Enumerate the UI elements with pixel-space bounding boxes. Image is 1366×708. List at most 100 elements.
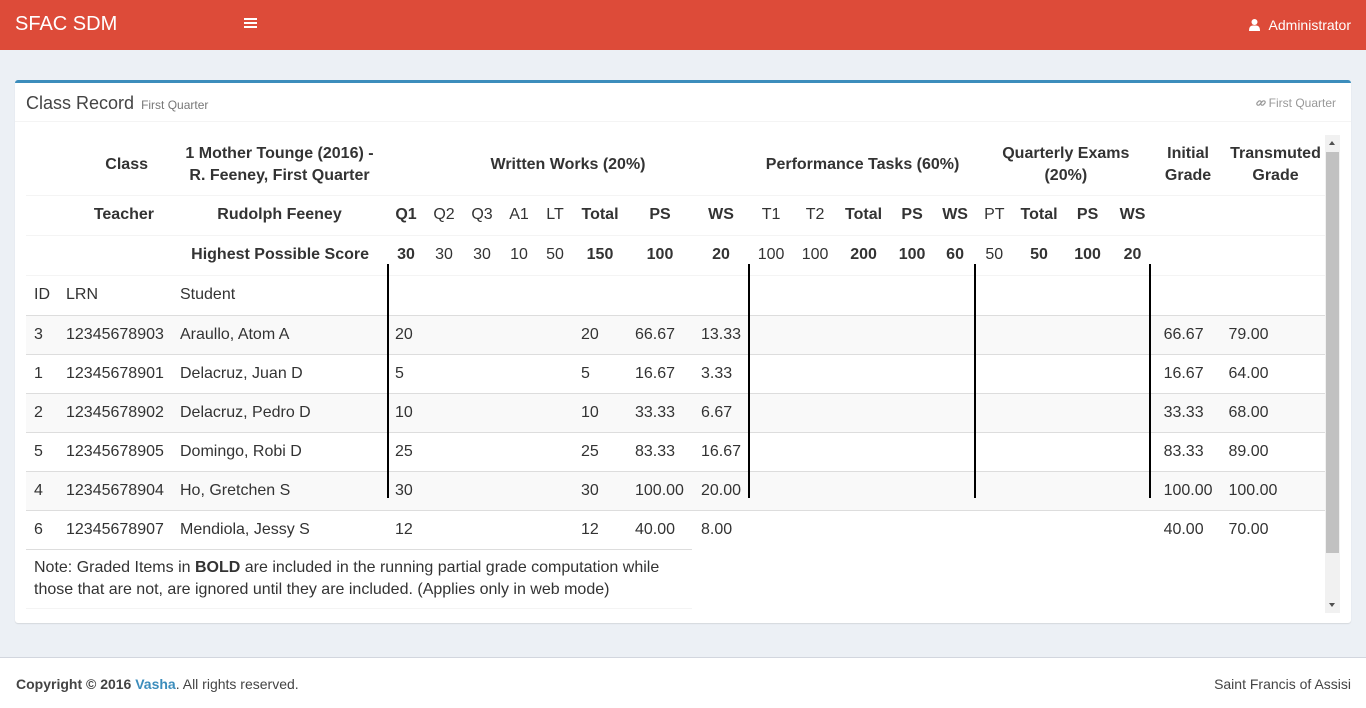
class-label: Class	[105, 155, 148, 173]
student-name: Ho, Gretchen S	[172, 470, 387, 510]
col-header: PT	[976, 194, 1013, 235]
transmuted-grade: 70.00	[1220, 509, 1331, 549]
empty-score-cell	[890, 431, 935, 471]
student-id: 3	[26, 314, 58, 354]
empty-score-cell	[837, 353, 891, 393]
empty-score-cell	[1065, 392, 1110, 432]
footer: Copyright © 2016 Vasha. All rights reser…	[0, 657, 1366, 708]
student-id: 1	[26, 353, 58, 393]
bars-icon[interactable]	[244, 17, 258, 29]
hps-value: 50	[537, 234, 573, 275]
initial-grade-header: Initial Grade	[1156, 135, 1221, 195]
col-header: PS	[890, 194, 935, 235]
ww-ps: 40.00	[627, 509, 693, 549]
student-lrn: 12345678904	[58, 470, 172, 510]
company-link[interactable]: Vasha	[135, 676, 175, 692]
school-name: Saint Francis of Assisi	[1214, 676, 1351, 692]
empty-score-cell	[501, 431, 537, 471]
empty-score-cell	[501, 353, 537, 393]
ww-ws: 8.00	[693, 509, 750, 549]
user-menu[interactable]: Administrator	[1248, 17, 1351, 33]
table-row: 6 12345678907 Mendiola, Jessy S 12 12 40.00 8.…	[26, 509, 1331, 549]
table-row: 4 12345678904 Ho, Gretchen S 30 30 100.00 20.0…	[26, 470, 1331, 510]
empty-score-cell	[934, 314, 977, 354]
hps-value: 10	[501, 234, 537, 275]
scroll-thumb[interactable]	[1326, 152, 1339, 553]
empty-score-cell	[934, 353, 977, 393]
empty-score-cell	[1065, 353, 1110, 393]
scroll-up-arrow-icon[interactable]	[1329, 141, 1335, 145]
hps-value: 150	[573, 234, 627, 275]
empty-score-cell	[425, 314, 463, 354]
empty-cell	[1220, 234, 1331, 275]
empty-score-cell	[890, 392, 935, 432]
score-q1: 5	[387, 353, 425, 393]
initial-grade: 16.67	[1155, 353, 1221, 393]
qe-line2: (20%)	[1044, 166, 1088, 184]
scroll-down-arrow-icon[interactable]	[1329, 603, 1335, 607]
empty-score-cell	[463, 431, 501, 471]
empty-score-cell	[537, 392, 573, 432]
initial-grade: 66.67	[1155, 314, 1221, 354]
empty-score-cell	[793, 392, 838, 432]
col-header: T1	[749, 194, 794, 235]
hps-value: 20	[693, 234, 750, 275]
teacher-value: Rudolph Feeney	[172, 194, 387, 235]
col-header: Q2	[425, 194, 463, 235]
empty-score-cell	[976, 353, 1013, 393]
table-row: 5 12345678905 Domingo, Robi D 25 25 83.33 16.6…	[26, 431, 1331, 471]
empty-score-cell	[1065, 509, 1110, 549]
empty-cell	[1155, 194, 1221, 235]
ww-ps: 33.33	[627, 392, 693, 432]
hps-value: 100	[890, 234, 935, 275]
class-record-box: Class Record First Quarter First Quarter	[15, 80, 1351, 623]
empty-score-cell	[425, 353, 463, 393]
box-title-text: Class Record	[26, 93, 135, 113]
student-id: 2	[26, 392, 58, 432]
grading-note: Note: Graded Items in BOLD are included …	[26, 549, 692, 609]
hps-value: 100	[793, 234, 838, 275]
qe-line1: Quarterly Exams	[1002, 144, 1130, 162]
empty-score-cell	[749, 392, 794, 432]
box-title: Class Record First Quarter	[26, 93, 208, 114]
ww-ws: 16.67	[693, 431, 750, 471]
empty-cell	[1155, 234, 1221, 275]
class-value-line2: R. Feeney, First Quarter	[189, 166, 370, 184]
class-value-line1: 1 Mother Tounge (2016) -	[185, 144, 374, 162]
class-record-table: Class 1 Mother Tounge (2016) - R. Feeney…	[26, 135, 1331, 549]
initial-grade: 40.00	[1155, 509, 1221, 549]
divider-performance-tasks	[748, 264, 750, 498]
score-q1: 12	[387, 509, 425, 549]
transmuted-grade: 68.00	[1220, 392, 1331, 432]
student-id: 6	[26, 509, 58, 549]
brand-logo[interactable]: SFAC SDM	[15, 13, 117, 36]
empty-score-cell	[976, 509, 1013, 549]
empty-score-cell	[501, 314, 537, 354]
empty-score-cell	[1012, 353, 1066, 393]
empty-score-cell	[976, 392, 1013, 432]
table-scroll-area[interactable]: Class 1 Mother Tounge (2016) - R. Feeney…	[26, 135, 1339, 613]
empty-score-cell	[976, 314, 1013, 354]
ww-ws: 3.33	[693, 353, 750, 393]
empty-score-cell	[890, 314, 935, 354]
ww-total: 12	[573, 509, 627, 549]
written-works-header: Written Works (20%)	[490, 155, 646, 173]
copyright-prefix: Copyright © 2016	[16, 676, 136, 692]
col-header: Total	[573, 194, 627, 235]
box-header: Class Record First Quarter First Quarter	[15, 83, 1351, 122]
initial-line2: Grade	[1164, 166, 1212, 184]
empty-score-cell	[537, 470, 573, 510]
ww-ws: 13.33	[693, 314, 750, 354]
user-name: Administrator	[1268, 17, 1351, 33]
empty-score-cell	[537, 509, 573, 549]
empty-score-cell	[1012, 509, 1066, 549]
empty-score-cell	[837, 509, 891, 549]
ww-ps: 100.00	[627, 470, 693, 510]
hps-value: 200	[837, 234, 891, 275]
quarter-link[interactable]: First Quarter	[1255, 96, 1336, 110]
hps-value: 100	[627, 234, 693, 275]
student-lrn: 12345678902	[58, 392, 172, 432]
table-scrollbar[interactable]	[1325, 135, 1340, 613]
empty-score-cell	[1012, 431, 1066, 471]
empty-score-cell	[1012, 470, 1066, 510]
